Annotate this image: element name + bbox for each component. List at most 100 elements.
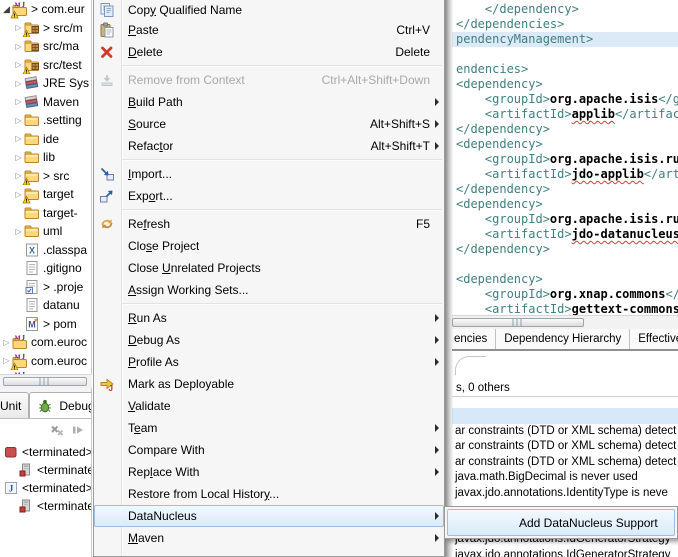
menu-item-label: Remove from Context <box>128 73 245 87</box>
expand-arrow-icon[interactable]: ▷ <box>13 227 24 236</box>
expand-arrow-icon[interactable]: ▷ <box>13 153 24 162</box>
menu-item-replace-with[interactable]: Replace With <box>94 461 444 483</box>
problems-summary: s, 0 others <box>452 380 678 397</box>
tree-item[interactable]: ▷.setting <box>0 111 91 130</box>
menu-item-compare-with[interactable]: Compare With <box>94 439 444 461</box>
problem-row[interactable]: javax.jdo.annotations.IdGeneratorStrateg… <box>452 548 678 557</box>
debug-tree-item[interactable]: <terminate <box>0 461 91 479</box>
menu-item-shortcut: Delete <box>395 45 430 59</box>
xml-tag-text: pendencyManagement> <box>456 32 593 46</box>
tree-item[interactable]: ▷target <box>0 185 91 204</box>
resume-icon[interactable] <box>70 422 86 438</box>
menu-item-close-project[interactable]: Close Project <box>94 235 444 257</box>
expand-arrow-icon[interactable]: ▷ <box>1 338 12 347</box>
menu-item-maven[interactable]: Maven <box>94 527 444 549</box>
tree-item[interactable]: X.classpa <box>0 241 91 260</box>
problem-row[interactable]: ar constraints (DTD or XML schema) detec… <box>452 424 678 440</box>
tree-item[interactable]: ▷MJcom.euroc <box>0 333 91 352</box>
menu-item-delete[interactable]: DeleteDelete <box>94 41 444 63</box>
editor-line: endencies> <box>452 62 678 77</box>
problem-row-selected[interactable] <box>452 408 678 424</box>
text-file-icon <box>24 297 40 313</box>
package-explorer-hscrollbar[interactable] <box>0 374 92 388</box>
tree-item[interactable]: ▷uml <box>0 222 91 241</box>
menu-item-validate[interactable]: Validate <box>94 395 444 417</box>
tree-item[interactable]: ▷src/ma <box>0 37 91 56</box>
xml-tag-text: <groupId> <box>456 287 550 301</box>
tree-item[interactable]: > .proje <box>0 278 91 297</box>
submenu-item-add-datanucleus-support[interactable]: Add DataNucleus Support <box>447 509 675 536</box>
expand-arrow-icon[interactable]: ▷ <box>13 42 24 51</box>
debug-tree-item[interactable]: <terminated> <box>0 443 91 461</box>
menu-item-mark-as-deployable[interactable]: JMark as Deployable <box>94 373 444 395</box>
expand-arrow-icon[interactable]: ▷ <box>13 97 24 106</box>
problem-row[interactable]: javax.jdo.annotations.IdentityType is ne… <box>452 486 678 502</box>
view-tab-unit[interactable]: Unit <box>0 392 29 418</box>
editor-line: <dependency> <box>452 272 678 287</box>
menu-item-remove-from-context[interactable]: Remove from ContextCtrl+Alt+Shift+Down <box>94 69 444 91</box>
package-explorer-tree[interactable]: ◢MJ> com.eur▷> src/m▷src/ma▷src/test▷JRE… <box>0 0 92 374</box>
tree-item[interactable]: ▷JRE Sys <box>0 74 91 93</box>
tree-item[interactable]: target- <box>0 204 91 223</box>
menu-item-copy-qualified-name[interactable]: Copy Qualified Name <box>94 0 444 19</box>
xml-tag-text: <artifactId> <box>456 107 572 121</box>
delete-icon <box>99 44 115 60</box>
menu-item-import[interactable]: Import... <box>94 163 444 185</box>
maven-project-icon: MJ <box>12 334 28 350</box>
menu-item-build-path[interactable]: Build Path <box>94 91 444 113</box>
scrollbar-thumb[interactable] <box>3 377 87 386</box>
expand-arrow-icon[interactable]: ▷ <box>13 79 24 88</box>
menu-item-run-as[interactable]: Run As <box>94 307 444 329</box>
menu-item-refactor[interactable]: RefactorAlt+Shift+T <box>94 135 444 157</box>
xml-editor[interactable]: </dependency></dependencies>pendencyMana… <box>452 0 678 315</box>
tree-item[interactable]: ▷lib <box>0 148 91 167</box>
pom-editor-tab[interactable]: Effective P <box>630 329 678 349</box>
tree-item[interactable]: .gitigno <box>0 259 91 278</box>
tree-item[interactable]: ▷> src/m <box>0 19 91 38</box>
menu-item-close-unrelated-projects[interactable]: Close Unrelated Projects <box>94 257 444 279</box>
tree-item[interactable]: ▷> src <box>0 167 91 186</box>
debug-tree-item[interactable]: <terminate <box>0 497 91 515</box>
tree-item[interactable]: ▷MJcom.euroc <box>0 352 91 371</box>
menu-item-restore-from-local-history[interactable]: Restore from Local History... <box>94 483 444 505</box>
tree-item[interactable]: ▷Maven <box>0 93 91 112</box>
menu-item-refresh[interactable]: RefreshF5 <box>94 213 444 235</box>
expand-arrow-icon[interactable]: ▷ <box>13 116 24 125</box>
debug-launch-tree[interactable]: <terminated><terminateJ<terminated><term… <box>0 443 91 515</box>
pom-editor-tab[interactable]: encies <box>452 329 496 349</box>
menu-item-assign-working-sets[interactable]: Assign Working Sets... <box>94 279 444 301</box>
debug-tree-item[interactable]: J<terminated> <box>0 479 91 497</box>
view-tab-debug[interactable]: Debug <box>29 392 92 418</box>
copy-icon <box>99 2 115 18</box>
tree-item[interactable]: datanu <box>0 296 91 315</box>
editor-line <box>452 257 678 272</box>
scrollbar-thumb[interactable] <box>452 318 584 327</box>
menu-item-export[interactable]: Export... <box>94 185 444 207</box>
xml-tag-text: </dependency> <box>456 122 550 136</box>
editor-hscrollbar[interactable] <box>452 315 678 329</box>
problem-row[interactable]: ar constraints (DTD or XML schema) detec… <box>452 439 678 455</box>
menu-item-team[interactable]: Team <box>94 417 444 439</box>
tree-item-label: src/test <box>43 58 82 72</box>
menu-item-label: Paste <box>128 23 159 37</box>
menu-item-label: Assign Working Sets... <box>128 283 249 297</box>
tree-item-label: com.euroc <box>31 354 87 368</box>
problem-row[interactable]: java.math.BigDecimal is never used <box>452 470 678 486</box>
tree-item-label: com.euroc <box>31 335 87 349</box>
pom-editor-tab[interactable]: Dependency Hierarchy <box>496 329 630 349</box>
menu-item-profile-as[interactable]: Profile As <box>94 351 444 373</box>
editor-line: <groupId>org.apache.isis.run <box>452 212 678 227</box>
remove-terminated-icon[interactable] <box>49 422 65 438</box>
menu-item-debug-as[interactable]: Debug As <box>94 329 444 351</box>
tree-item[interactable]: ▷src/test <box>0 56 91 75</box>
menu-item-datanucleus[interactable]: DataNucleus <box>94 505 444 527</box>
tree-item[interactable]: M> pom <box>0 315 91 334</box>
tree-item[interactable]: ◢MJ> com.eur <box>0 0 91 19</box>
source-folder-icon <box>24 20 40 36</box>
menu-item-paste[interactable]: PasteCtrl+V <box>94 19 444 41</box>
tree-item[interactable]: ▷ide <box>0 130 91 149</box>
expand-arrow-icon[interactable]: ▷ <box>13 134 24 143</box>
menu-item-source[interactable]: SourceAlt+Shift+S <box>94 113 444 135</box>
problem-row[interactable]: ar constraints (DTD or XML schema) detec… <box>452 455 678 471</box>
import-icon <box>99 166 115 182</box>
